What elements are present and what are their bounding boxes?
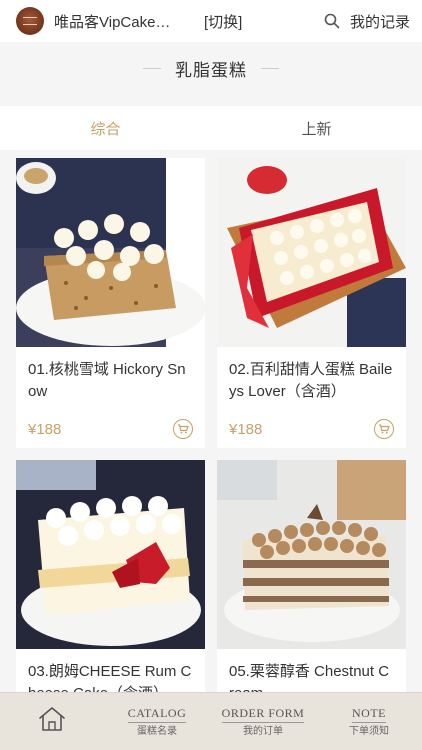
price-row: ¥188	[16, 417, 205, 441]
category-title: 乳脂蛋糕	[175, 60, 247, 80]
product-card[interactable]: 01.核桃雪域 Hickory Snow ¥188	[16, 158, 205, 448]
category-title-bar: 乳脂蛋糕	[0, 42, 422, 94]
product-image[interactable]	[217, 158, 406, 347]
product-name[interactable]: 03.朗姆CHEESE Rum Cheese Cake（含酒）	[16, 661, 205, 692]
nav-order-form[interactable]: ORDER FORM 我的订单	[210, 693, 316, 750]
price-row: ¥188	[217, 417, 406, 441]
bottom-nav: CATALOG 蛋糕名录 ORDER FORM 我的订单 NOTE 下单须知	[0, 692, 422, 750]
product-name[interactable]: 01.核桃雪域 Hickory Snow	[16, 359, 205, 403]
product-card[interactable]: 02.百利甜情人蛋糕 Baileys Lover（含酒） ¥188	[217, 158, 406, 448]
nav-catalog[interactable]: CATALOG 蛋糕名录	[104, 693, 210, 750]
nav-note-cn: 下单须知	[349, 725, 389, 737]
product-name[interactable]: 02.百利甜情人蛋糕 Baileys Lover（含酒）	[217, 359, 406, 403]
product-name[interactable]: 05.栗蓉醇香 Chestnut Cream	[217, 661, 406, 692]
product-card[interactable]: 05.栗蓉醇香 Chestnut Cream	[217, 460, 406, 692]
cart-icon[interactable]	[173, 419, 193, 439]
top-header: 唯品客VipCake… [切换] 我的记录	[0, 0, 422, 42]
product-price: ¥188	[28, 420, 62, 438]
divider	[143, 67, 161, 69]
divider	[261, 67, 279, 69]
nav-order-cn: 我的订单	[243, 725, 283, 737]
switch-store-link[interactable]: [切换]	[204, 11, 242, 32]
nav-catalog-cn: 蛋糕名录	[137, 725, 177, 737]
home-icon[interactable]	[37, 705, 67, 738]
product-image[interactable]	[16, 158, 205, 347]
product-image[interactable]	[16, 460, 205, 649]
tab-comprehensive[interactable]: 综合	[0, 106, 211, 150]
sort-tabs: 综合 上新	[0, 106, 422, 150]
store-logo[interactable]	[16, 7, 44, 35]
product-price: ¥188	[229, 420, 263, 438]
nav-catalog-en: CATALOG	[127, 706, 187, 723]
store-name[interactable]: 唯品客VipCake…	[54, 11, 178, 32]
search-icon[interactable]	[324, 13, 340, 29]
product-image[interactable]	[217, 460, 406, 649]
nav-home[interactable]	[0, 693, 104, 750]
nav-note[interactable]: NOTE 下单须知	[316, 693, 422, 750]
nav-order-en: ORDER FORM	[221, 706, 305, 723]
tab-new-arrivals[interactable]: 上新	[211, 106, 422, 150]
cart-icon[interactable]	[374, 419, 394, 439]
my-records-link[interactable]: 我的记录	[350, 11, 410, 32]
product-card[interactable]: 03.朗姆CHEESE Rum Cheese Cake（含酒）	[16, 460, 205, 692]
nav-note-en: NOTE	[352, 706, 386, 723]
